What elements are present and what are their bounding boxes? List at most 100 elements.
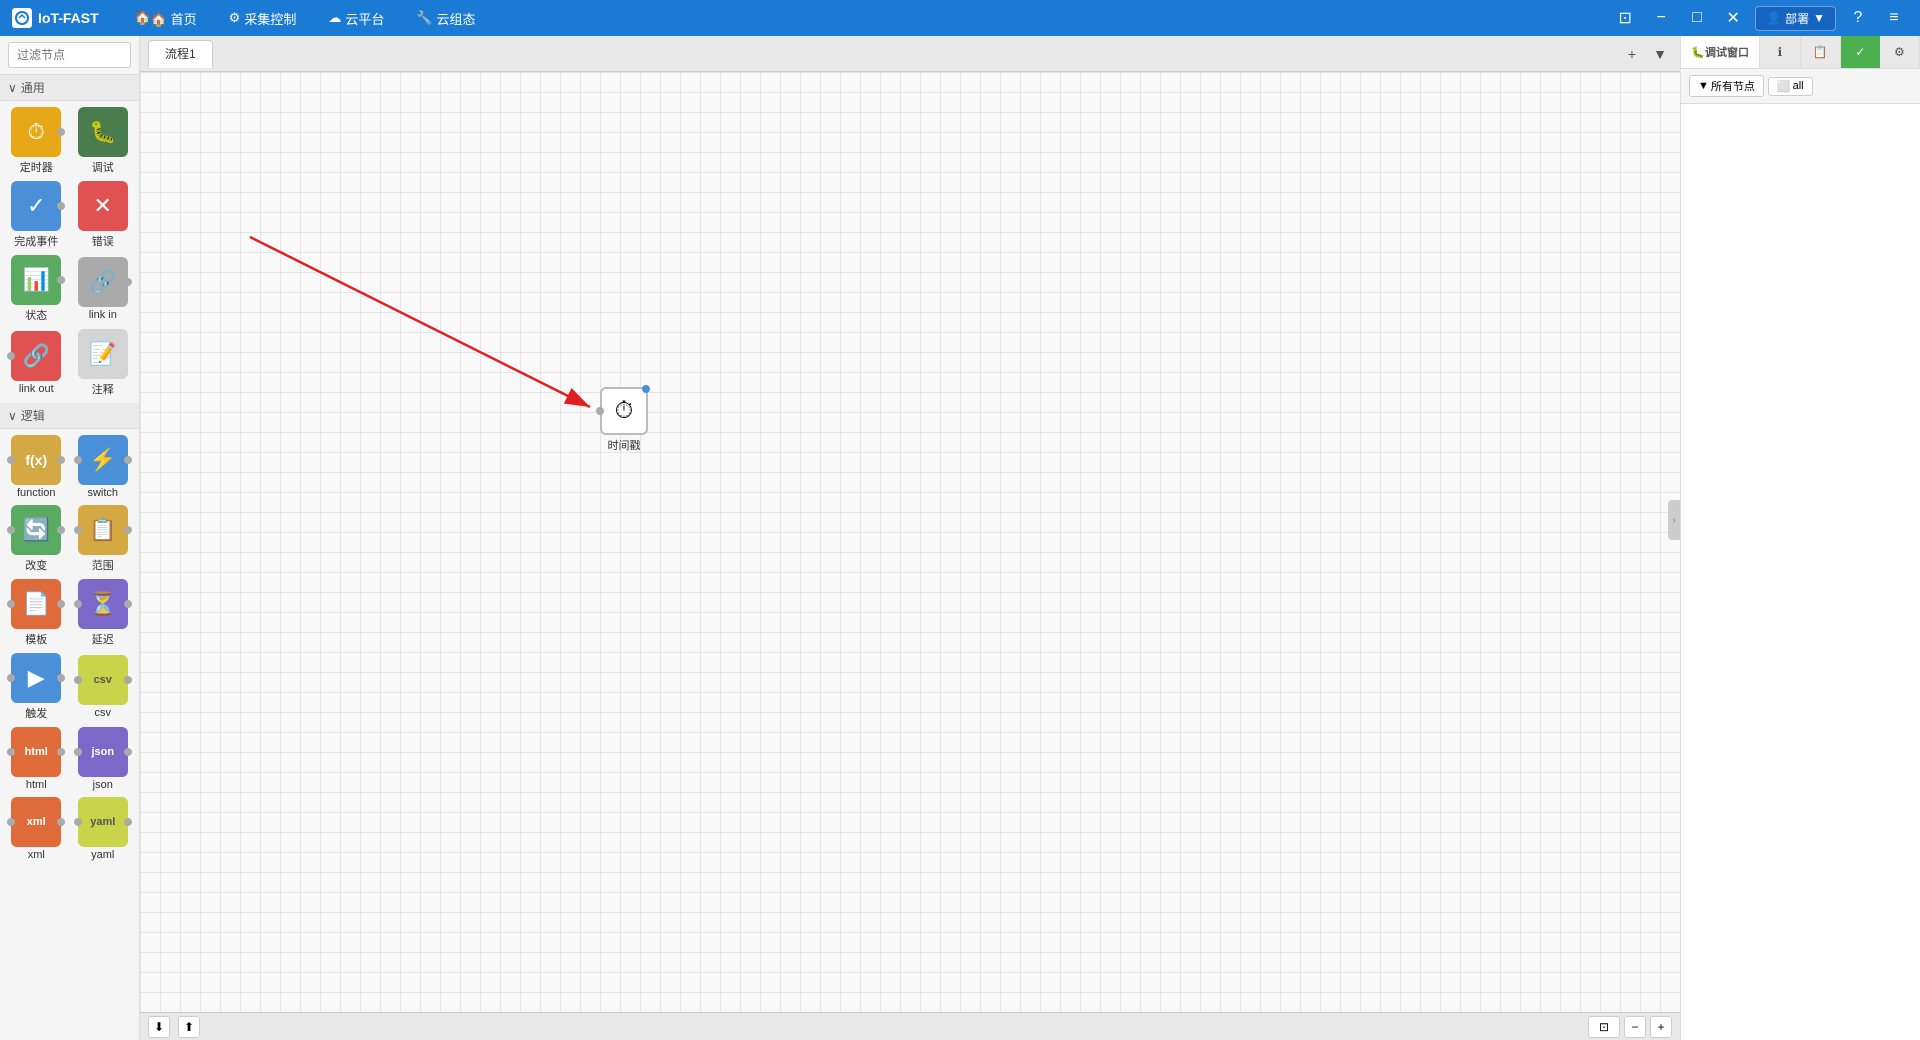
section-collapse-icon: ∨ — [8, 81, 17, 95]
trigger-right-dot — [57, 674, 65, 682]
node-range[interactable]: 📋 范围 — [71, 503, 136, 575]
node-xml[interactable]: xml xml — [4, 795, 69, 863]
check-tab[interactable]: ✓ — [1841, 36, 1880, 68]
nav-config[interactable]: 🔧 云组态 — [400, 0, 491, 36]
section-logic[interactable]: ∨ 逻辑 — [0, 403, 139, 429]
node-timer[interactable]: ⏱ 定时器 — [4, 105, 69, 177]
node-error[interactable]: ✕ 错误 — [71, 179, 136, 251]
change-label: 改变 — [25, 557, 47, 573]
all-button[interactable]: ⬜ all — [1768, 77, 1813, 96]
info-icon: ℹ — [1778, 45, 1783, 59]
general-nodes-grid: ⏱ 定时器 🐛 调试 ✓ 完成事件 ✕ — [0, 101, 139, 403]
change-left-dot — [7, 526, 15, 534]
right-panel-filter: ▼ 所有节点 ⬜ all — [1681, 69, 1920, 104]
panel-handle[interactable]: › — [1668, 500, 1680, 540]
switch-right-dot — [124, 456, 132, 464]
scroll-up-button[interactable]: ⬆ — [178, 1016, 200, 1038]
menu-icon[interactable]: ≡ — [1880, 4, 1908, 32]
tab-dropdown-button[interactable]: ▼ — [1648, 42, 1672, 66]
logic-nodes-grid: f(x) function ⚡ switch 🔄 — [0, 429, 139, 867]
node-status[interactable]: 📊 状态 — [4, 253, 69, 325]
gear-icon: ⚙ — [1894, 45, 1905, 59]
complete-label: 完成事件 — [14, 233, 58, 249]
delay-label: 延迟 — [92, 631, 114, 647]
function-icon: f(x) — [25, 452, 47, 468]
xml-label: xml — [28, 849, 45, 861]
zoom-plus-button[interactable]: + — [1650, 1016, 1672, 1038]
timestamp-label: 时间戳 — [608, 437, 641, 453]
zoom-fit-button[interactable]: ⊡ — [1588, 1016, 1620, 1038]
timer-label: 定时器 — [20, 159, 53, 175]
right-panel-tabs: 🐛 调试窗口 ℹ 📋 ✓ ⚙ — [1681, 36, 1920, 69]
delay-left-dot — [74, 600, 82, 608]
info-tab[interactable]: ℹ — [1760, 36, 1800, 68]
change-right-dot — [57, 526, 65, 534]
template-label: 模板 — [25, 631, 47, 647]
link-in-right-dot — [124, 278, 132, 286]
config-icon: 🔧 — [416, 10, 432, 26]
user-icon: 👤 — [1766, 11, 1781, 25]
canvas[interactable]: ⏱ 时间戳 — [140, 72, 1680, 1012]
collect-icon: ⚙ — [229, 10, 241, 26]
node-trigger[interactable]: ▶ 触发 — [4, 651, 69, 723]
node-delay[interactable]: ⏳ 延迟 — [71, 577, 136, 649]
yaml-left-dot — [74, 818, 82, 826]
change-icon: 🔄 — [23, 517, 50, 543]
node-change[interactable]: 🔄 改变 — [4, 503, 69, 575]
node-link-out[interactable]: 🔗 link out — [4, 327, 69, 399]
scroll-down-button[interactable]: ⬇ — [148, 1016, 170, 1038]
debug-window-tab[interactable]: 🐛 调试窗口 — [1681, 36, 1760, 68]
error-label: 错误 — [92, 233, 114, 249]
node-json[interactable]: json json — [71, 725, 136, 793]
node-csv[interactable]: csv csv — [71, 651, 136, 723]
settings-tab[interactable]: ⚙ — [1880, 36, 1920, 68]
trigger-icon: ▶ — [28, 665, 45, 691]
canvas-node-timestamp[interactable]: ⏱ 时间戳 — [600, 387, 648, 453]
nav-collect[interactable]: ⚙ 采集控制 — [213, 0, 313, 36]
node-html[interactable]: html html — [4, 725, 69, 793]
nav-max-icon[interactable]: □ — [1683, 4, 1711, 32]
node-switch[interactable]: ⚡ switch — [71, 433, 136, 501]
yaml-icon: yaml — [90, 816, 115, 828]
content-area: 流程1 + ▼ ⏱ 时间戳 — [140, 36, 1680, 1040]
debug-label: 调试 — [92, 159, 114, 175]
add-tab-button[interactable]: + — [1620, 42, 1644, 66]
node-debug[interactable]: 🐛 调试 — [71, 105, 136, 177]
zoom-minus-button[interactable]: − — [1624, 1016, 1646, 1038]
nav-min-icon[interactable]: − — [1647, 4, 1675, 32]
timestamp-icon: ⏱ — [615, 397, 634, 425]
node-comment[interactable]: 📝 注释 — [71, 327, 136, 399]
right-panel: 🐛 调试窗口 ℹ 📋 ✓ ⚙ ▼ 所有节点 ⬜ all — [1680, 36, 1920, 1040]
xml-left-dot — [7, 818, 15, 826]
node-link-in[interactable]: 🔗 link in — [71, 253, 136, 325]
tab-flow1[interactable]: 流程1 — [148, 40, 213, 68]
nav-resize-icon[interactable]: ⊡ — [1611, 4, 1639, 32]
node-complete[interactable]: ✓ 完成事件 — [4, 179, 69, 251]
copy-icon: 📋 — [1813, 45, 1828, 59]
user-deploy-button[interactable]: 👤 部署 ▼ — [1755, 6, 1836, 31]
help-icon[interactable]: ? — [1844, 4, 1872, 32]
template-icon: 📄 — [23, 591, 50, 617]
sidebar-search-container — [0, 36, 139, 75]
bottom-bar: ⬇ ⬆ ⊡ − + — [140, 1012, 1680, 1040]
yaml-label: yaml — [91, 849, 114, 861]
section-general[interactable]: ∨ 通用 — [0, 75, 139, 101]
right-panel-content — [1681, 104, 1920, 1040]
link-in-label: link in — [89, 309, 117, 321]
node-yaml[interactable]: yaml yaml — [71, 795, 136, 863]
nav-cloud[interactable]: ☁ 云平台 — [312, 0, 400, 36]
search-input[interactable] — [8, 42, 131, 68]
node-function[interactable]: f(x) function — [4, 433, 69, 501]
sidebar: ∨ 通用 ⏱ 定时器 🐛 调试 ✓ — [0, 36, 140, 1040]
copy-tab[interactable]: 📋 — [1801, 36, 1841, 68]
tabs-bar: 流程1 + ▼ — [140, 36, 1680, 72]
filter-nodes-button[interactable]: ▼ 所有节点 — [1689, 75, 1764, 97]
json-right-dot — [124, 748, 132, 756]
nav-close-icon[interactable]: ✕ — [1719, 4, 1747, 32]
range-icon: 📋 — [89, 517, 116, 543]
status-label: 状态 — [25, 307, 47, 323]
range-label: 范围 — [92, 557, 114, 573]
yaml-right-dot — [124, 818, 132, 826]
nav-home[interactable]: 🏠 🏠 首页 — [119, 0, 213, 36]
node-template[interactable]: 📄 模板 — [4, 577, 69, 649]
